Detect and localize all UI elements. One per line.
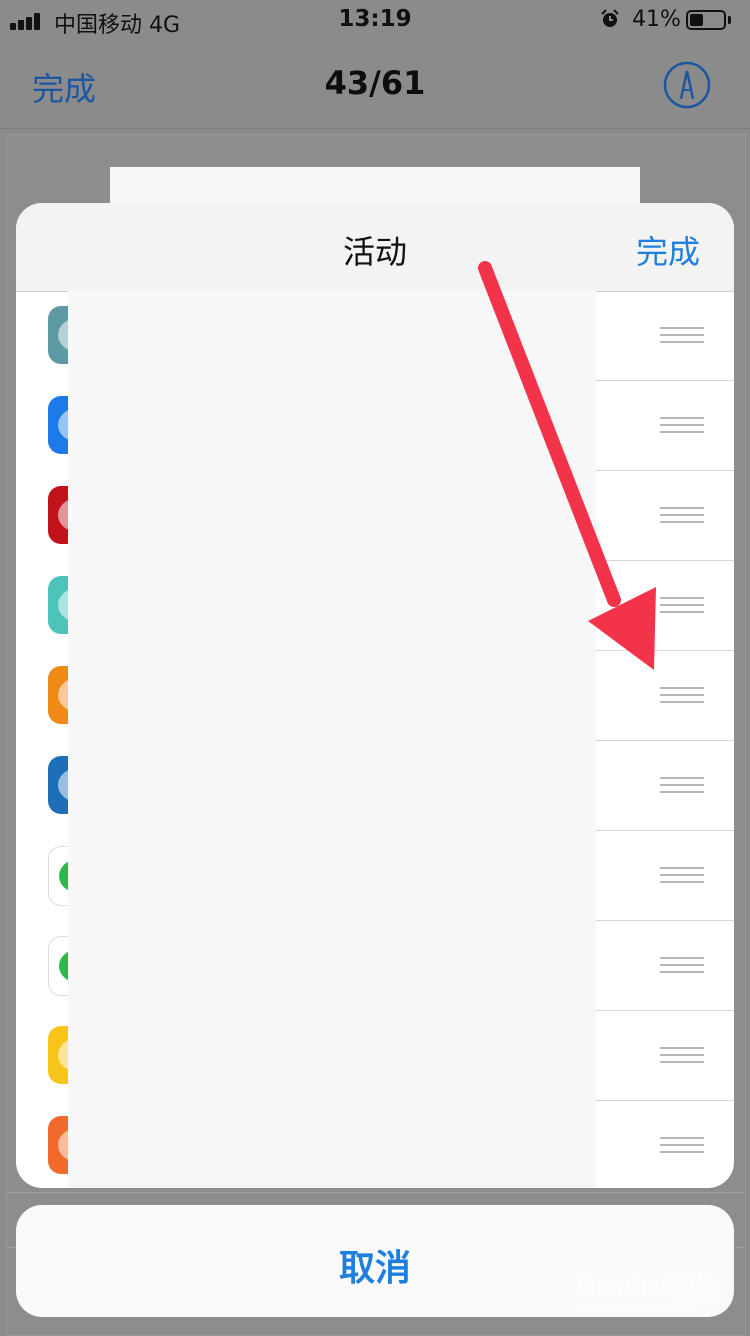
reorder-handle-icon[interactable]: [660, 687, 704, 705]
battery-percent: 41%: [632, 7, 681, 32]
reorder-handle-icon[interactable]: [660, 1137, 704, 1155]
baidu-watermark: Baidu经验 jingyan.baidu.com: [576, 1254, 746, 1324]
reorder-handle-icon[interactable]: [660, 957, 704, 975]
battery-tip: [728, 16, 731, 24]
blank-overlay-tail: [104, 1160, 134, 1188]
nav-bar: 完成 43/61: [0, 40, 750, 129]
battery-icon: [686, 10, 726, 30]
alarm-icon: [601, 9, 619, 27]
page-counter: 43/61: [324, 64, 426, 102]
blank-overlay: [68, 291, 596, 1188]
sheet-title: 活动: [342, 233, 407, 271]
reorder-handle-icon[interactable]: [660, 507, 704, 525]
status-bar: 中国移动 4G 13:19 41%: [0, 0, 750, 40]
sheet-header: 活动 完成: [16, 203, 734, 292]
reorder-handle-icon[interactable]: [660, 417, 704, 435]
activities-sheet: 活动 完成: [16, 203, 734, 1188]
reorder-handle-icon[interactable]: [660, 867, 704, 885]
reorder-handle-icon[interactable]: [660, 597, 704, 615]
background-card: [110, 167, 640, 207]
watermark-url: jingyan.baidu.com: [578, 1298, 699, 1315]
reorder-handle-icon[interactable]: [660, 777, 704, 795]
markup-pen-icon[interactable]: [662, 60, 712, 110]
sheet-done-button[interactable]: 完成: [636, 227, 700, 273]
reorder-handle-icon[interactable]: [660, 327, 704, 345]
reorder-handle-icon[interactable]: [660, 1047, 704, 1065]
